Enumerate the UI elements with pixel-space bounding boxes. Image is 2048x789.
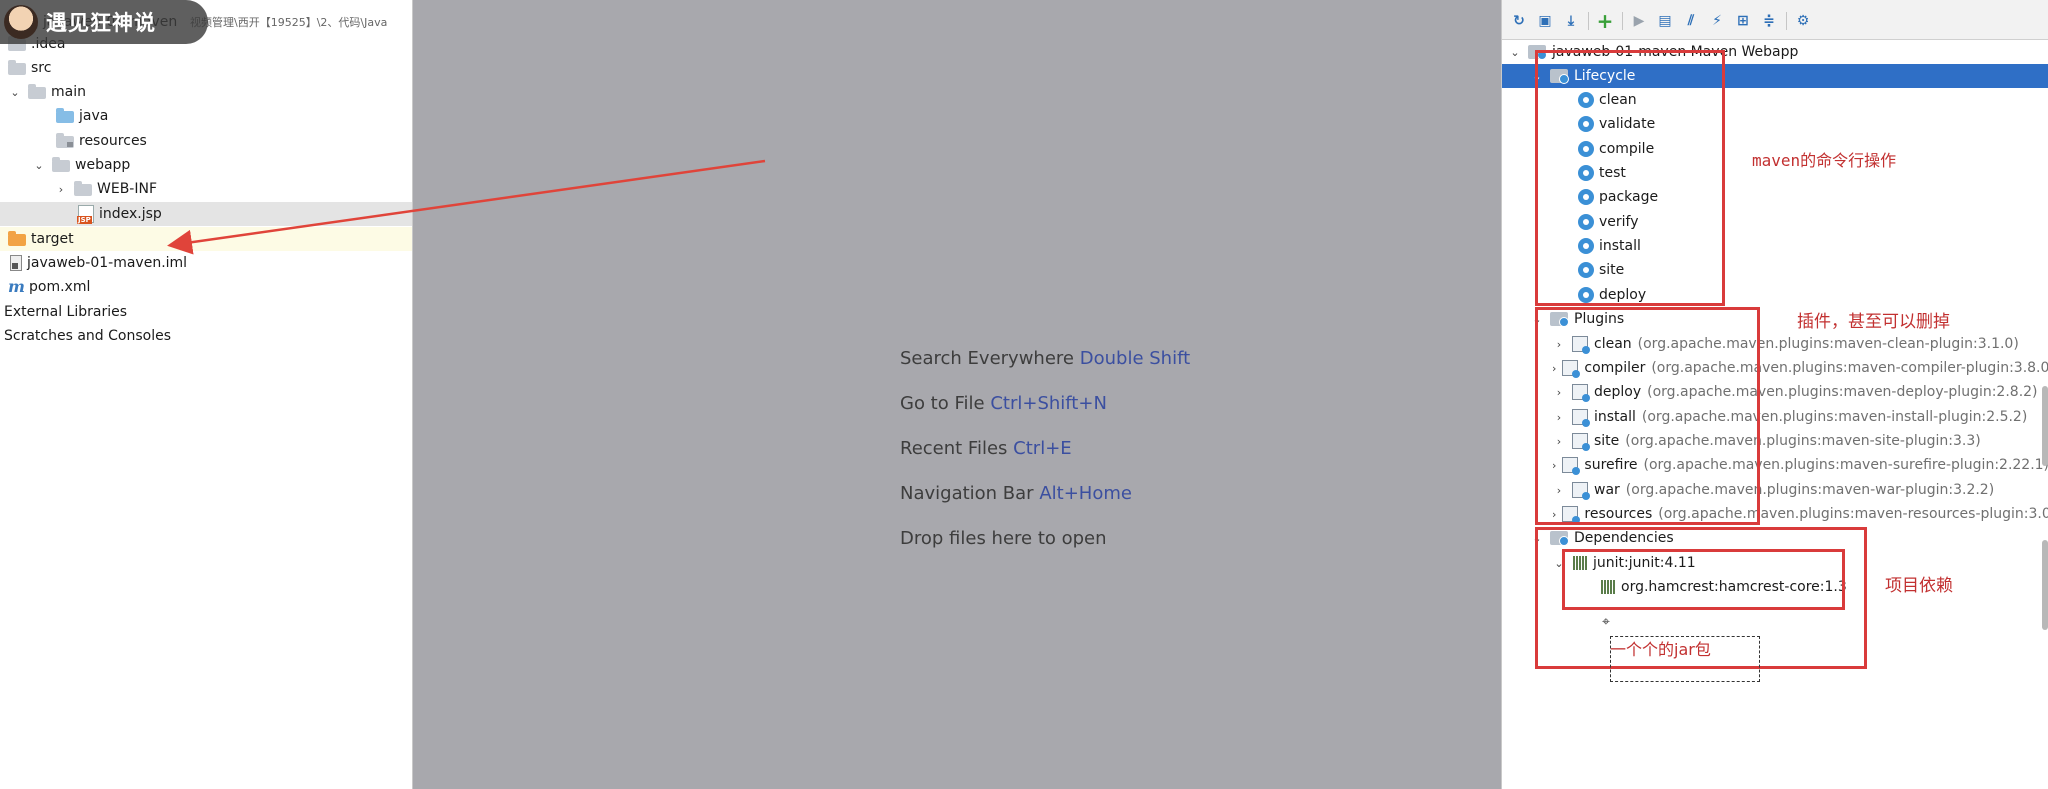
tree-item-src[interactable]: src (0, 56, 412, 80)
tree-item-target[interactable]: target (0, 227, 412, 251)
tree-item-iml[interactable]: javaweb-01-maven.iml (0, 251, 412, 275)
avatar (4, 5, 38, 39)
tree-item-label: javaweb-01-maven.iml (27, 255, 188, 271)
skip-tests-icon[interactable]: ⚡ (1708, 12, 1726, 30)
tree-item-label: index.jsp (99, 206, 162, 222)
tree-item-external-libraries[interactable]: External Libraries (0, 300, 412, 324)
maven-scrollbar-thumb[interactable] (2042, 386, 2048, 466)
tree-item-label: pom.xml (29, 279, 91, 295)
tree-item-resources[interactable]: resources (0, 129, 412, 153)
hint-search-everywhere: Search Everywhere Double Shift (900, 348, 1190, 369)
folder-icon (52, 157, 70, 172)
tree-item-main[interactable]: ⌄ main (0, 80, 412, 104)
tree-item-label: Scratches and Consoles (4, 328, 171, 344)
toolbar-separator (1622, 12, 1623, 30)
folder-icon (74, 181, 92, 196)
reload-icon[interactable]: ↻ (1510, 12, 1528, 30)
resources-folder-icon (56, 133, 74, 148)
iml-file-icon (10, 255, 22, 271)
collapse-all-icon[interactable]: ≑ (1760, 12, 1778, 30)
editor-empty-area[interactable]: Search Everywhere Double Shift Go to Fil… (413, 0, 1501, 789)
jsp-file-icon (77, 205, 94, 224)
chevron-down-icon[interactable]: ⌄ (32, 158, 46, 172)
hint-text: Go to File (900, 393, 985, 414)
run-icon[interactable]: ▶ (1630, 12, 1648, 30)
folder-icon (8, 60, 26, 75)
hint-drop-files: Drop files here to open (900, 528, 1107, 549)
tree-item-webapp[interactable]: ⌄ webapp (0, 153, 412, 177)
plugins-note: 插件，甚至可以删掉 (1797, 312, 1950, 332)
maven-tool-window: ↻ ▣ ⤓ + ▶ ▤ ⫽ ⚡ ⊞ ≑ ⚙ ⌄ javaweb-01-maven… (1501, 0, 2048, 789)
tree-item-scratches[interactable]: Scratches and Consoles (0, 324, 412, 348)
hint-shortcut: Alt+Home (1039, 483, 1132, 504)
maven-toolbar: ↻ ▣ ⤓ + ▶ ▤ ⫽ ⚡ ⊞ ≑ ⚙ (1502, 0, 2048, 40)
toggle-offline-icon[interactable]: ⫽ (1682, 12, 1700, 30)
jar-note: 一个个的jar包 (1610, 640, 1711, 659)
hint-text: Navigation Bar (900, 483, 1034, 504)
tree-item-label: target (31, 231, 74, 247)
excluded-folder-icon (8, 231, 26, 246)
hint-shortcut: Ctrl+Shift+N (990, 393, 1107, 414)
lifecycle-note: maven的命令行操作 (1752, 151, 1897, 170)
tree-item-label: src (31, 60, 52, 76)
tree-item-web-inf[interactable]: › WEB-INF (0, 177, 412, 201)
tree-item-label: External Libraries (4, 304, 127, 320)
dependency-graph-icon[interactable]: ⊞ (1734, 12, 1752, 30)
tree-item-label: main (51, 84, 86, 100)
tree-item-java[interactable]: java (0, 104, 412, 128)
chevron-down-icon[interactable]: ⌄ (8, 85, 22, 99)
watermark-name: 遇见狂神说 (46, 11, 156, 35)
path-text: 视频管理\西开【19525】\2、代码\Java (190, 16, 388, 29)
tree-item-index-jsp[interactable]: index.jsp (0, 202, 412, 226)
tree-item-label: java (79, 108, 109, 124)
source-folder-icon (56, 108, 74, 123)
folder-icon (28, 84, 46, 99)
maven-scrollbar-thumb-lower[interactable] (2042, 540, 2048, 630)
hint-text: Drop files here to open (900, 528, 1107, 549)
reimport-icon[interactable]: ▣ (1536, 12, 1554, 30)
hint-text: Recent Files (900, 438, 1008, 459)
toolbar-separator (1786, 12, 1787, 30)
tree-item-pom[interactable]: m pom.xml (0, 275, 412, 299)
tree-item-label: resources (79, 133, 147, 149)
hint-go-to-file: Go to File Ctrl+Shift+N (900, 393, 1107, 414)
toolbar-separator (1588, 12, 1589, 30)
hint-recent-files: Recent Files Ctrl+E (900, 438, 1072, 459)
execute-goal-icon[interactable]: ▤ (1656, 12, 1674, 30)
hint-text: Search Everywhere (900, 348, 1074, 369)
add-icon[interactable]: + (1596, 9, 1614, 33)
chevron-down-icon[interactable]: ⌄ (1508, 45, 1522, 59)
dependency-list-annotation-box (1562, 549, 1845, 610)
plugins-annotation-box (1535, 307, 1760, 525)
tree-item-label: WEB-INF (97, 181, 157, 197)
settings-icon[interactable]: ⚙ (1794, 12, 1812, 30)
hint-shortcut: Double Shift (1079, 348, 1191, 369)
tree-item-label: webapp (75, 157, 131, 173)
watermark-chip: 遇见狂神说 (0, 0, 208, 44)
dependencies-note: 项目依赖 (1885, 576, 1953, 596)
chevron-right-icon[interactable]: › (54, 182, 68, 196)
project-tool-window: ⌄ javaweb-01-maven .idea src ⌄ main java… (0, 0, 413, 789)
hint-navigation-bar: Navigation Bar Alt+Home (900, 483, 1132, 504)
hint-shortcut: Ctrl+E (1013, 438, 1072, 459)
crosshair-cursor-icon: ⌖ (1602, 614, 1610, 630)
download-icon[interactable]: ⤓ (1562, 12, 1580, 30)
maven-file-icon: m (8, 277, 25, 296)
lifecycle-annotation-box (1535, 50, 1725, 306)
